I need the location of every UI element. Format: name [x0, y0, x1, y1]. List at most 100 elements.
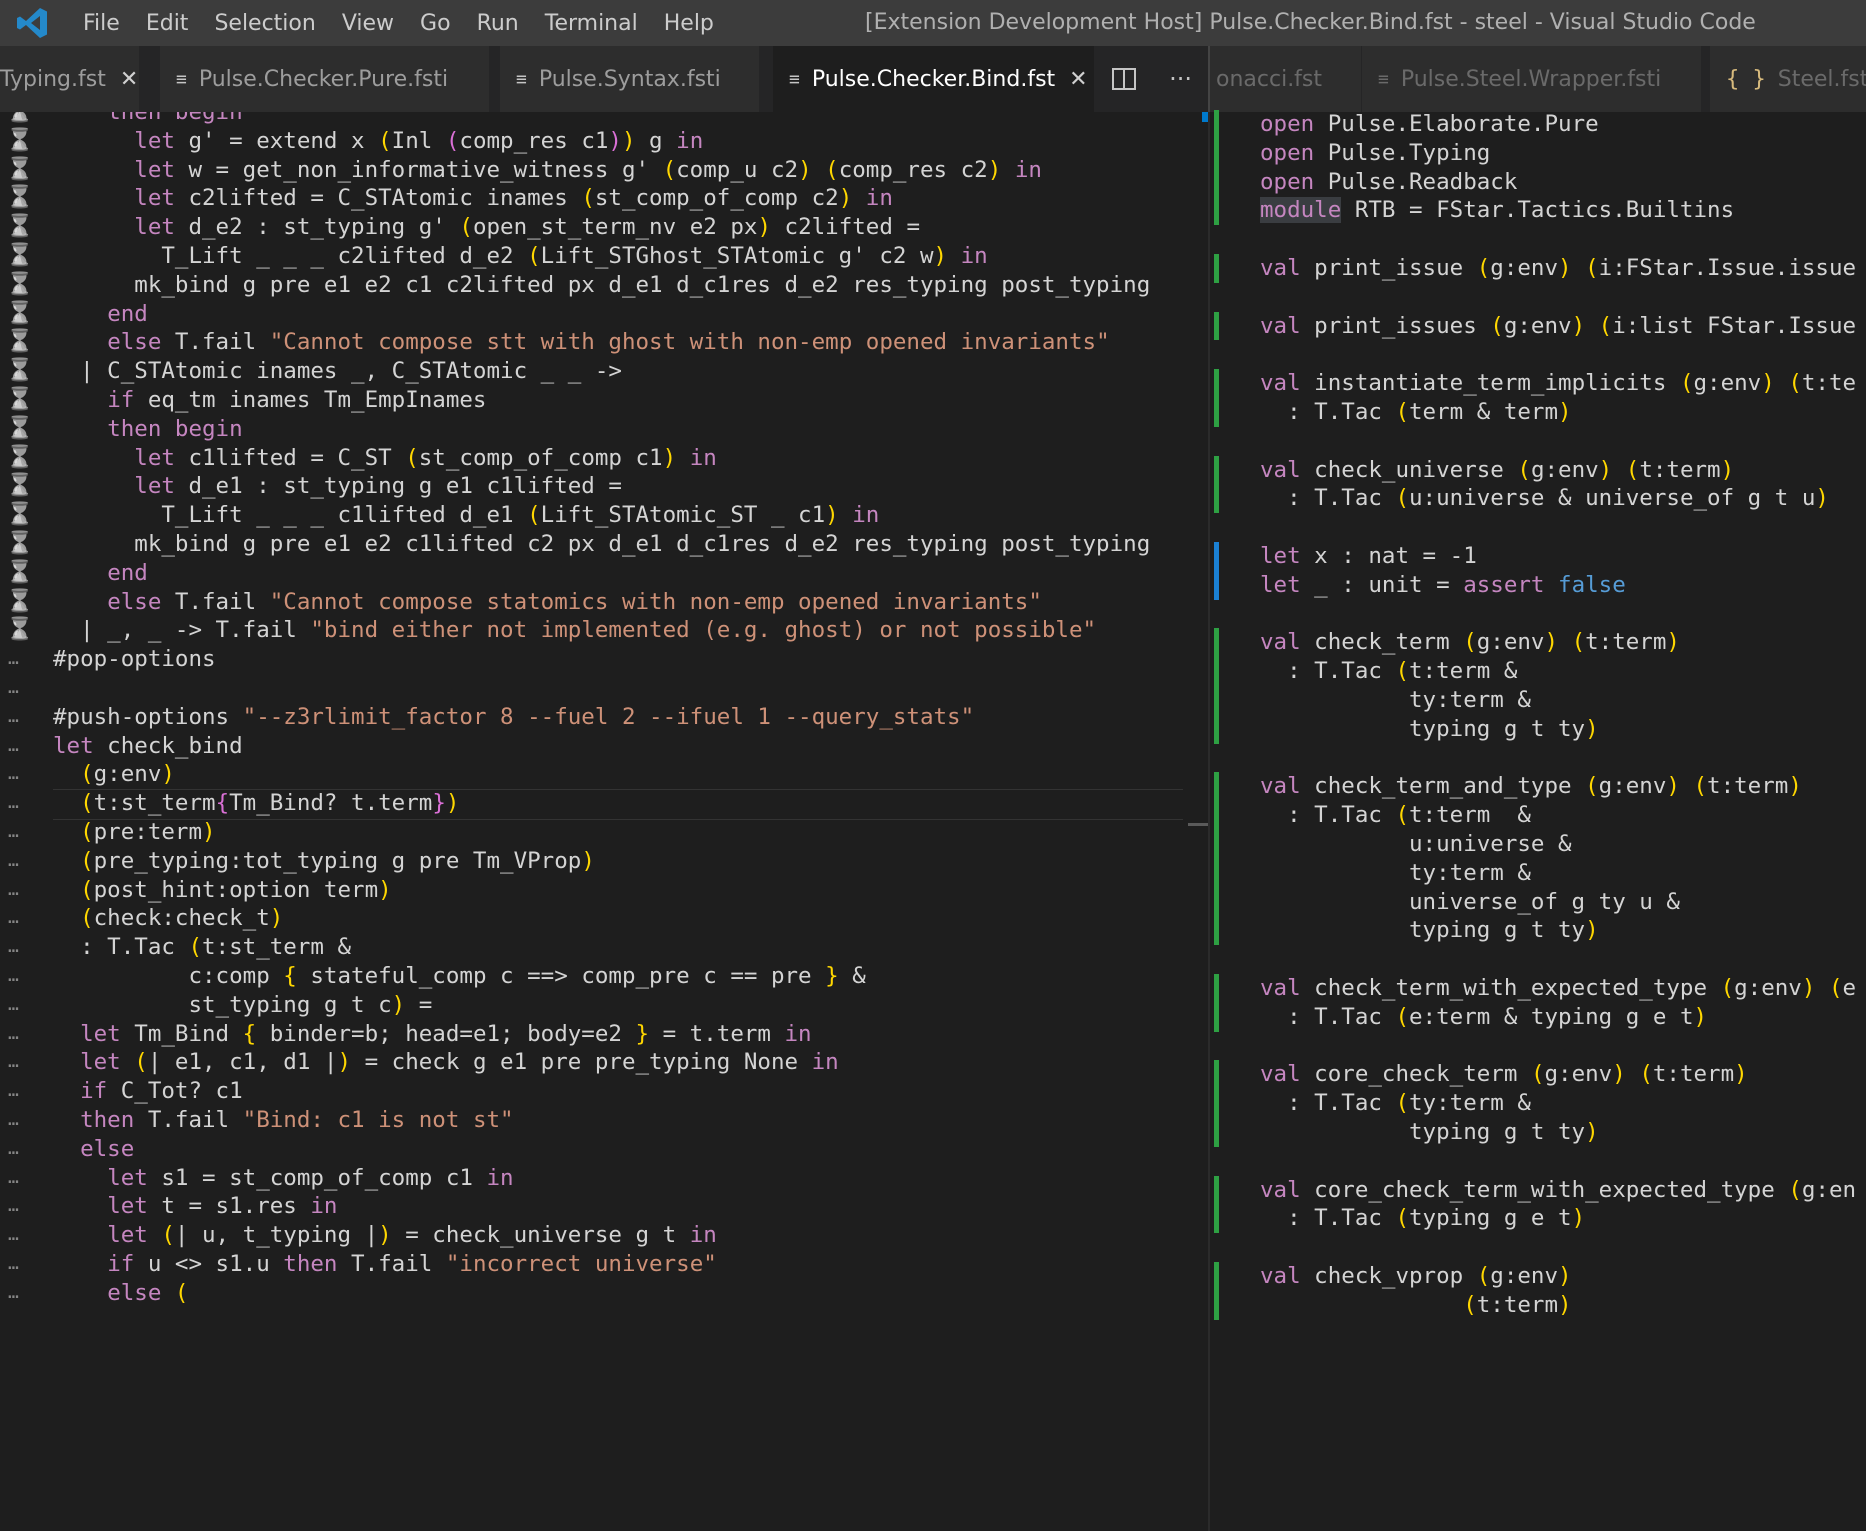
code-line[interactable]: ⌛ | _, _ -> T.fail "bind either not impl… — [0, 616, 1208, 645]
tab-typing[interactable]: Typing.fst ✕ — [0, 46, 140, 112]
diff-added-marker[interactable] — [1214, 1262, 1219, 1320]
code-line[interactable]: … (pre:term) — [0, 818, 1208, 847]
code-line[interactable]: ⌛ let g' = extend x (Inl (comp_res c1)) … — [0, 127, 1208, 156]
diff-added-marker[interactable] — [1214, 254, 1219, 283]
code-line[interactable]: ⌛ then begin — [0, 415, 1208, 444]
code-line[interactable]: (t:term) — [1210, 1291, 1866, 1320]
code-line[interactable]: ⌛ then begin — [0, 112, 1208, 127]
close-icon[interactable]: ✕ — [1069, 67, 1087, 92]
menu-selection[interactable]: Selection — [201, 11, 328, 36]
code-line[interactable]: open Pulse.Typing — [1210, 139, 1866, 168]
code-line[interactable]: … if C_Tot? c1 — [0, 1077, 1208, 1106]
code-line[interactable]: let x : nat = -1 — [1210, 542, 1866, 571]
code-line[interactable] — [1210, 427, 1866, 456]
diff-added-marker[interactable] — [1214, 628, 1219, 744]
code-line[interactable]: open Pulse.Elaborate.Pure — [1210, 112, 1866, 139]
tab-steel-fst[interactable]: { } Steel.fst.c — [1710, 46, 1866, 112]
diff-added-marker[interactable] — [1214, 455, 1219, 514]
code-line[interactable]: ⌛ end — [0, 559, 1208, 588]
close-icon[interactable]: ✕ — [120, 67, 138, 92]
diff-added-marker[interactable] — [1214, 110, 1219, 226]
code-line[interactable]: ty:term & — [1210, 686, 1866, 715]
code-line[interactable]: … #pop-options — [0, 645, 1208, 674]
code-line[interactable]: val check_vprop (g:env) — [1210, 1262, 1866, 1291]
code-line[interactable]: … — [0, 674, 1208, 703]
tab-pulse-checker-bind[interactable]: ≡ Pulse.Checker.Bind.fst ✕ — [773, 46, 1095, 112]
code-line[interactable]: … let check_bind — [0, 732, 1208, 761]
code-line[interactable]: : T.Tac (t:term & — [1210, 801, 1866, 830]
code-line[interactable]: module RTB = FStar.Tactics.Builtins — [1210, 196, 1866, 225]
code-line[interactable]: val check_term_with_expected_type (g:env… — [1210, 974, 1866, 1003]
code-line[interactable]: : T.Tac (term & term) — [1210, 398, 1866, 427]
code-line[interactable]: ⌛ if eq_tm inames Tm_EmpInames — [0, 386, 1208, 415]
code-line[interactable] — [1210, 1233, 1866, 1262]
code-line[interactable]: … (check:check_t) — [0, 904, 1208, 933]
code-line[interactable]: … : T.Tac (t:st_term & — [0, 933, 1208, 962]
diff-added-marker[interactable] — [1214, 1175, 1219, 1234]
code-line[interactable]: : T.Tac (e:term & typing g e t) — [1210, 1003, 1866, 1032]
tab-pulse-steel-wrapper[interactable]: ≡ Pulse.Steel.Wrapper.fsti — [1362, 46, 1702, 112]
menu-run[interactable]: Run — [464, 11, 532, 36]
code-line[interactable]: ⌛ let d_e2 : st_typing g' (open_st_term_… — [0, 213, 1208, 242]
diff-added-marker[interactable] — [1214, 1060, 1219, 1147]
code-line[interactable]: val core_check_term (g:env) (t:term) — [1210, 1060, 1866, 1089]
tab-pulse-checker-pure[interactable]: ≡ Pulse.Checker.Pure.fsti — [160, 46, 490, 112]
menu-view[interactable]: View — [329, 11, 407, 36]
code-line[interactable]: ⌛ let d_e1 : st_typing g e1 c1lifted = — [0, 472, 1208, 501]
code-line[interactable]: … let Tm_Bind { binder=b; head=e1; body=… — [0, 1020, 1208, 1049]
code-line[interactable]: ⌛ else T.fail "Cannot compose stt with g… — [0, 328, 1208, 357]
code-line[interactable]: … (g:env) — [0, 760, 1208, 789]
code-line[interactable]: … then T.fail "Bind: c1 is not st" — [0, 1106, 1208, 1135]
code-line[interactable]: … (pre_typing:tot_typing g pre Tm_VProp) — [0, 847, 1208, 876]
code-line[interactable]: u:universe & — [1210, 830, 1866, 859]
editor-right[interactable]: open Pulse.Elaborate.Pure open Pulse.Typi… — [1210, 112, 1866, 1531]
code-line[interactable]: … let t = s1.res in — [0, 1192, 1208, 1221]
code-line[interactable] — [1210, 340, 1866, 369]
code-line[interactable]: ⌛ mk_bind g pre e1 e2 c1lifted c2 px d_e… — [0, 530, 1208, 559]
code-line[interactable]: : T.Tac (typing g e t) — [1210, 1204, 1866, 1233]
code-line[interactable] — [1210, 1147, 1866, 1176]
diff-modified-marker[interactable] — [1214, 542, 1219, 600]
code-line[interactable]: … let s1 = st_comp_of_comp c1 in — [0, 1164, 1208, 1193]
code-line[interactable]: val print_issue (g:env) (i:FStar.Issue.i… — [1210, 254, 1866, 283]
menu-help[interactable]: Help — [651, 11, 727, 36]
code-line[interactable]: ⌛ T_Lift _ _ _ c1lifted d_e1 (Lift_STAto… — [0, 501, 1208, 530]
code-line[interactable]: val core_check_term_with_expected_type (… — [1210, 1176, 1866, 1205]
code-line[interactable]: open Pulse.Readback — [1210, 168, 1866, 197]
editor-left[interactable]: ⌛ then begin⌛ let g' = extend x (Inl (co… — [0, 112, 1208, 1531]
code-line[interactable] — [1210, 945, 1866, 974]
code-line[interactable]: … #push-options "--z3rlimit_factor 8 --fu… — [0, 703, 1208, 732]
code-line[interactable] — [1210, 283, 1866, 312]
menu-go[interactable]: Go — [407, 11, 464, 36]
code-line[interactable]: … else — [0, 1135, 1208, 1164]
code-line[interactable]: ⌛ mk_bind g pre e1 e2 c1 c2lifted px d_e… — [0, 271, 1208, 300]
more-actions-icon[interactable]: ··· — [1169, 65, 1192, 93]
diff-added-marker[interactable] — [1214, 772, 1219, 946]
code-line[interactable]: : T.Tac (t:term & — [1210, 657, 1866, 686]
diff-added-marker[interactable] — [1214, 974, 1219, 1032]
code-line[interactable] — [1210, 600, 1866, 629]
code-line[interactable]: ty:term & — [1210, 859, 1866, 888]
code-line[interactable]: val print_issues (g:env) (i:list FStar.I… — [1210, 312, 1866, 341]
code-line[interactable]: val check_term (g:env) (t:term) — [1210, 628, 1866, 657]
code-line[interactable]: typing g t ty) — [1210, 715, 1866, 744]
diff-added-marker[interactable] — [1214, 311, 1219, 341]
code-line[interactable]: … let (| e1, c1, d1 |) = check g e1 pre … — [0, 1048, 1208, 1077]
code-line[interactable]: let _ : unit = assert false — [1210, 571, 1866, 600]
code-line[interactable]: … if u <> s1.u then T.fail "incorrect un… — [0, 1250, 1208, 1279]
code-line[interactable]: typing g t ty) — [1210, 1118, 1866, 1147]
tab-pulse-syntax[interactable]: ≡ Pulse.Syntax.fsti — [500, 46, 760, 112]
code-line[interactable]: typing g t ty) — [1210, 916, 1866, 945]
code-line[interactable] — [1210, 744, 1866, 773]
code-line[interactable]: … st_typing g t c) = — [0, 991, 1208, 1020]
menu-edit[interactable]: Edit — [133, 11, 202, 36]
code-line[interactable]: … c:comp { stateful_comp c ==> comp_pre … — [0, 962, 1208, 991]
code-line[interactable]: ⌛ let c1lifted = C_ST (st_comp_of_comp c… — [0, 444, 1208, 473]
code-line[interactable]: ⌛ let w = get_non_informative_witness g'… — [0, 156, 1208, 185]
code-line[interactable]: ⌛ else T.fail "Cannot compose statomics … — [0, 588, 1208, 617]
code-line[interactable]: ⌛ | C_STAtomic inames _, C_STAtomic _ _ … — [0, 357, 1208, 386]
code-line[interactable]: … let (| u, t_typing |) = check_universe… — [0, 1221, 1208, 1250]
code-line[interactable]: : T.Tac (ty:term & — [1210, 1089, 1866, 1118]
code-line[interactable] — [1210, 513, 1866, 542]
tab-fibonacci[interactable]: onacci.fst — [1210, 46, 1362, 112]
